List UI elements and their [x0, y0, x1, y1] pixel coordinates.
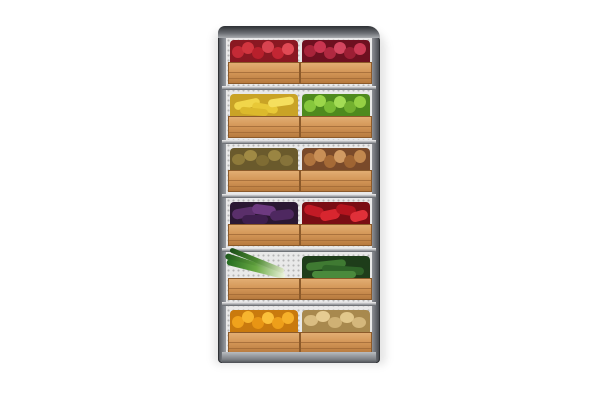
bin-zucchini	[300, 256, 372, 300]
shelf-row-3	[226, 144, 372, 194]
shelf-row-4	[226, 198, 372, 248]
wooden-crate	[228, 116, 300, 138]
bin-oranges	[228, 310, 300, 354]
shelf-row-1	[226, 36, 372, 86]
produce-bananas	[230, 94, 298, 118]
bin-pears	[300, 148, 372, 192]
produce-red-apples	[302, 40, 370, 64]
bin-eggplants	[228, 202, 300, 246]
shelf-row-5	[224, 247, 372, 302]
image-canvas	[0, 0, 597, 418]
wooden-crate	[300, 116, 372, 138]
bin-potatoes	[300, 310, 372, 354]
produce-potatoes	[302, 310, 370, 334]
bin-red-apples-right	[300, 40, 372, 84]
wooden-crate	[228, 62, 300, 84]
wooden-crate	[300, 278, 372, 300]
display-rack-base	[222, 352, 376, 363]
produce-oranges	[230, 310, 298, 334]
wooden-crate	[300, 332, 372, 354]
bin-leeks	[224, 247, 300, 300]
produce-zucchini	[302, 256, 370, 280]
bin-green-apples	[300, 94, 372, 138]
produce-green-apples	[302, 94, 370, 118]
bin-bananas	[228, 94, 300, 138]
produce-pears	[302, 148, 370, 172]
produce-eggplants	[230, 202, 298, 226]
wooden-crate	[228, 332, 300, 354]
shelf-row-2	[226, 90, 372, 140]
wooden-crate	[228, 278, 300, 300]
produce-red-peppers	[302, 202, 370, 226]
produce-red-apples	[230, 40, 298, 64]
bin-red-apples-left	[228, 40, 300, 84]
wooden-crate	[228, 170, 300, 192]
produce-kiwis	[230, 148, 298, 172]
bin-red-peppers	[300, 202, 372, 246]
bin-kiwis	[228, 148, 300, 192]
wooden-crate	[300, 224, 372, 246]
wooden-crate	[300, 170, 372, 192]
shelf-row-6	[226, 306, 372, 356]
wooden-crate	[228, 224, 300, 246]
produce-leeks	[224, 247, 298, 280]
wooden-crate	[300, 62, 372, 84]
